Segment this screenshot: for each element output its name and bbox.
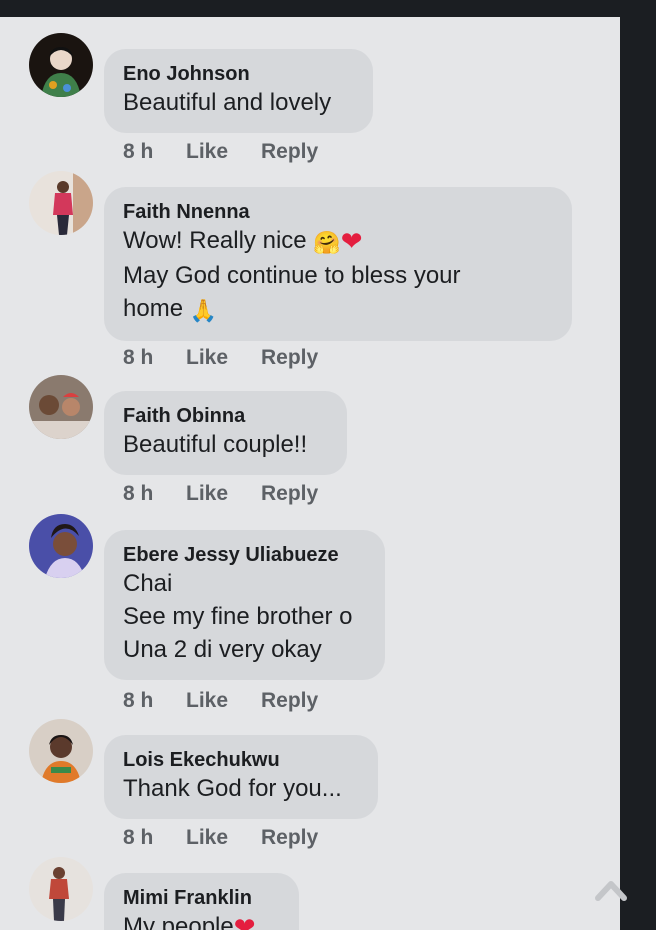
comment-text-line: Wow! Really nice — [123, 227, 307, 254]
comment-bubble: Lois Ekechukwu Thank God for you... — [104, 735, 378, 819]
chevron-up-icon — [595, 881, 627, 901]
comment-bubble: Faith Obinna Beautiful couple!! — [104, 391, 347, 475]
comment-actions: 8 h Like Reply — [123, 826, 318, 850]
comment-time[interactable]: 8 h — [123, 826, 186, 850]
avatar[interactable] — [29, 857, 93, 921]
comment-text-line: My people — [123, 913, 234, 930]
right-edge-strip — [620, 17, 656, 930]
praying-hands-emoji: 🙏 — [189, 298, 218, 323]
comment-text: My people❤ — [123, 910, 279, 930]
comment-text-line: home — [123, 295, 184, 322]
commenter-name[interactable]: Faith Obinna — [123, 404, 327, 428]
avatar-image — [29, 375, 93, 439]
comment-time[interactable]: 8 h — [123, 346, 186, 370]
comment-bubble: Faith Nnenna Wow! Really nice 🤗❤ May God… — [104, 187, 572, 341]
comment-actions: 8 h Like Reply — [123, 140, 318, 164]
avatar[interactable] — [29, 514, 93, 578]
commenter-name[interactable]: Mimi Franklin — [123, 886, 279, 910]
comment-time[interactable]: 8 h — [123, 482, 186, 506]
comment-text: Wow! Really nice 🤗❤ — [123, 224, 552, 259]
avatar-image — [29, 514, 93, 578]
like-button[interactable]: Like — [186, 689, 261, 713]
comment-actions: 8 h Like Reply — [123, 689, 318, 713]
reply-button[interactable]: Reply — [261, 826, 318, 850]
scroll-to-top-button[interactable] — [594, 876, 628, 902]
comment-actions: 8 h Like Reply — [123, 482, 318, 506]
comment-text: Una 2 di very okay — [123, 636, 322, 663]
like-button[interactable]: Like — [186, 482, 261, 506]
commenter-name[interactable]: Eno Johnson — [123, 62, 353, 86]
avatar[interactable] — [29, 719, 93, 783]
avatar-image — [29, 171, 93, 235]
like-button[interactable]: Like — [186, 346, 261, 370]
hugging-face-emoji: 🤗 — [313, 230, 341, 255]
commenter-name[interactable]: Ebere Jessy Uliabueze — [123, 543, 365, 567]
comment-bubble: Mimi Franklin My people❤ — [104, 873, 299, 930]
comment-text-line: May God continue to bless your — [123, 262, 461, 289]
avatar[interactable] — [29, 375, 93, 439]
reply-button[interactable]: Reply — [261, 346, 318, 370]
like-button[interactable]: Like — [186, 140, 261, 164]
comment-text: Beautiful and lovely — [123, 89, 332, 116]
like-button[interactable]: Like — [186, 826, 261, 850]
reply-button[interactable]: Reply — [261, 482, 318, 506]
commenter-name[interactable]: Faith Nnenna — [123, 200, 552, 224]
comment-time[interactable]: 8 h — [123, 689, 186, 713]
comment-text: Beautiful couple!! — [123, 431, 308, 458]
comment-text: home 🙏 — [123, 292, 552, 327]
avatar[interactable] — [29, 171, 93, 235]
reply-button[interactable]: Reply — [261, 140, 318, 164]
comment-text: Thank God for you... — [123, 775, 342, 802]
avatar-image — [29, 857, 93, 921]
heart-emoji: ❤ — [340, 226, 363, 256]
avatar-image — [29, 719, 93, 783]
comments-panel: Eno Johnson Beautiful and lovely 8 h Like… — [0, 17, 620, 930]
comment-actions: 8 h Like Reply — [123, 346, 318, 370]
comment-bubble: Ebere Jessy Uliabueze Chai See my fine b… — [104, 530, 385, 680]
reply-button[interactable]: Reply — [261, 689, 318, 713]
heart-emoji: ❤ — [233, 912, 256, 930]
comment-text: See my fine brother o — [123, 603, 353, 630]
comment-time[interactable]: 8 h — [123, 140, 186, 164]
avatar[interactable] — [29, 33, 93, 97]
comment-bubble: Eno Johnson Beautiful and lovely — [104, 49, 373, 133]
comment-text: Chai — [123, 570, 173, 597]
avatar-image — [29, 33, 93, 97]
commenter-name[interactable]: Lois Ekechukwu — [123, 748, 358, 772]
